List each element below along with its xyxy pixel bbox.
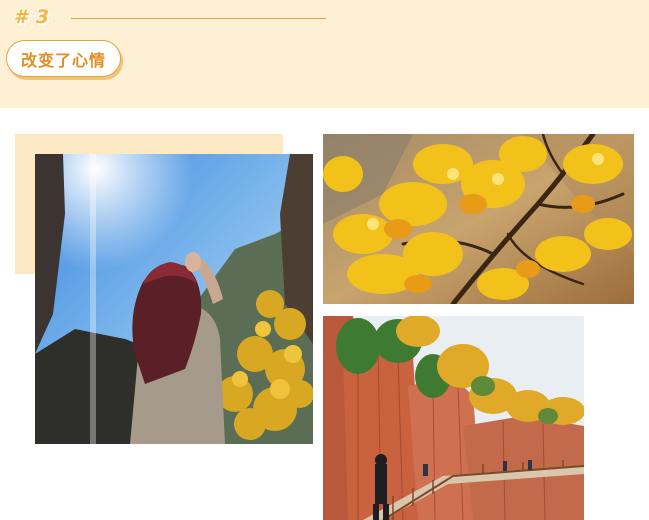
header-divider xyxy=(71,18,326,19)
header-band: # 3 改变了心情 xyxy=(0,0,649,108)
photo-autumn-leaves xyxy=(323,134,634,304)
title-pill: 改变了心情 xyxy=(6,40,121,77)
photo-cliff-walkway xyxy=(323,316,584,520)
section-number: # 3 xyxy=(14,6,51,28)
section-title: 改变了心情 xyxy=(20,50,106,70)
photo-woman-canyon xyxy=(35,154,313,444)
